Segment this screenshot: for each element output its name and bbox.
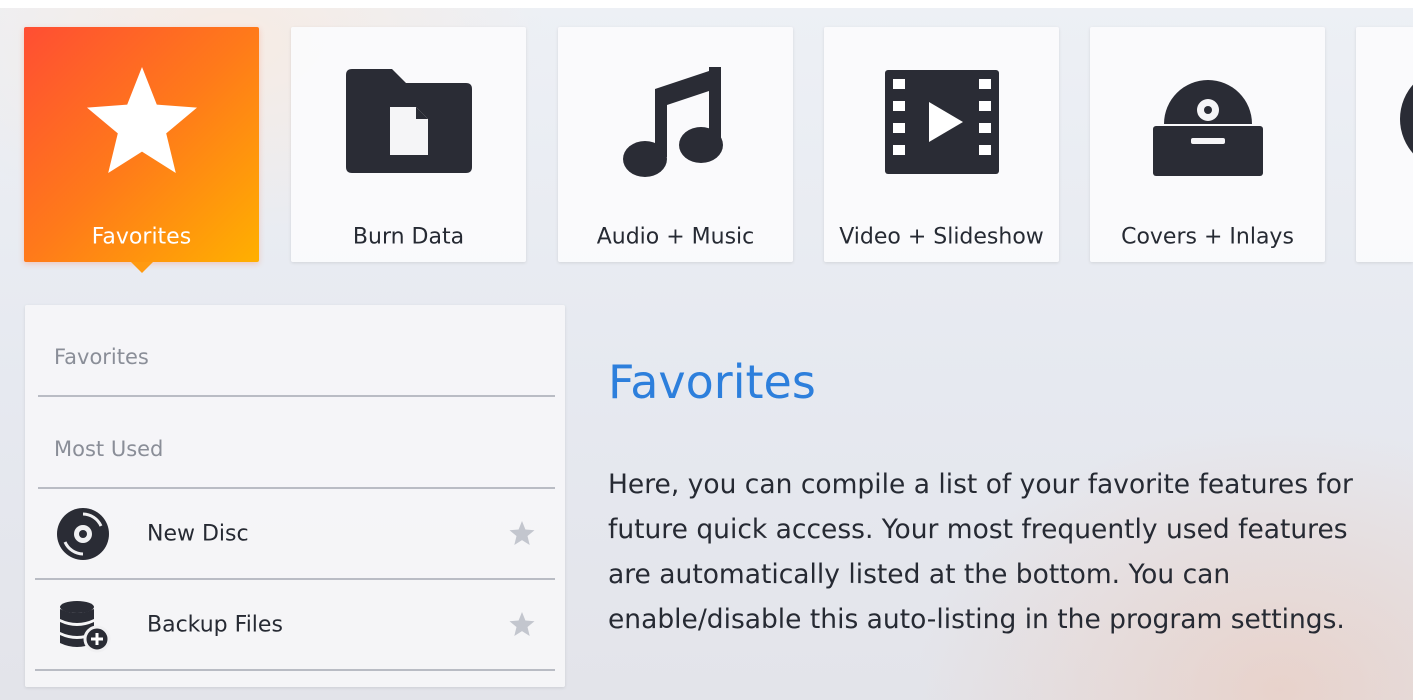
film-play-icon [824,67,1059,177]
list-item-label: New Disc [147,521,249,546]
disc-tray-icon [1090,67,1325,177]
tile-favorites[interactable]: Favorites [24,27,259,273]
page-title: Favorites [608,355,816,409]
section-label: Most Used [54,437,164,461]
tile-label: Audio + Music [596,224,755,250]
list-item-label: Backup Files [147,612,283,637]
feature-tile-bar: Favorites Burn Data Audio + Music Video … [0,0,1413,290]
list-item-new-disc[interactable]: New Disc [35,489,555,580]
tile-next-partial[interactable] [1356,27,1413,262]
tile-label: Burn Data [352,224,465,250]
tile-video-slideshow[interactable]: Video + Slideshow [824,27,1059,262]
section-label: Favorites [54,345,149,369]
tile-covers-inlays[interactable]: Covers + Inlays [1090,27,1325,262]
tile-label: Favorites [91,224,192,250]
section-header-most-used: Most Used [38,397,555,489]
list-item-backup-files[interactable]: Backup Files [35,580,555,671]
star-icon [24,67,259,177]
music-note-icon [558,67,793,177]
tile-burn-data[interactable]: Burn Data [291,27,526,262]
favorite-star-icon[interactable] [507,610,537,640]
favorite-star-icon[interactable] [507,519,537,549]
page-description: Here, you can compile a list of your fav… [608,469,1353,635]
partial-tile-icon [1356,67,1413,177]
active-tile-pointer [131,262,153,273]
favorites-list-panel: Favorites Most Used New Disc Backup File… [25,305,565,687]
database-add-icon [53,595,113,655]
folder-file-icon [291,67,526,177]
tile-label: Covers + Inlays [1121,224,1294,250]
section-header-favorites: Favorites [38,305,555,397]
disc-icon [53,504,113,564]
tile-audio-music[interactable]: Audio + Music [558,27,793,262]
tile-label: Video + Slideshow [839,224,1044,250]
